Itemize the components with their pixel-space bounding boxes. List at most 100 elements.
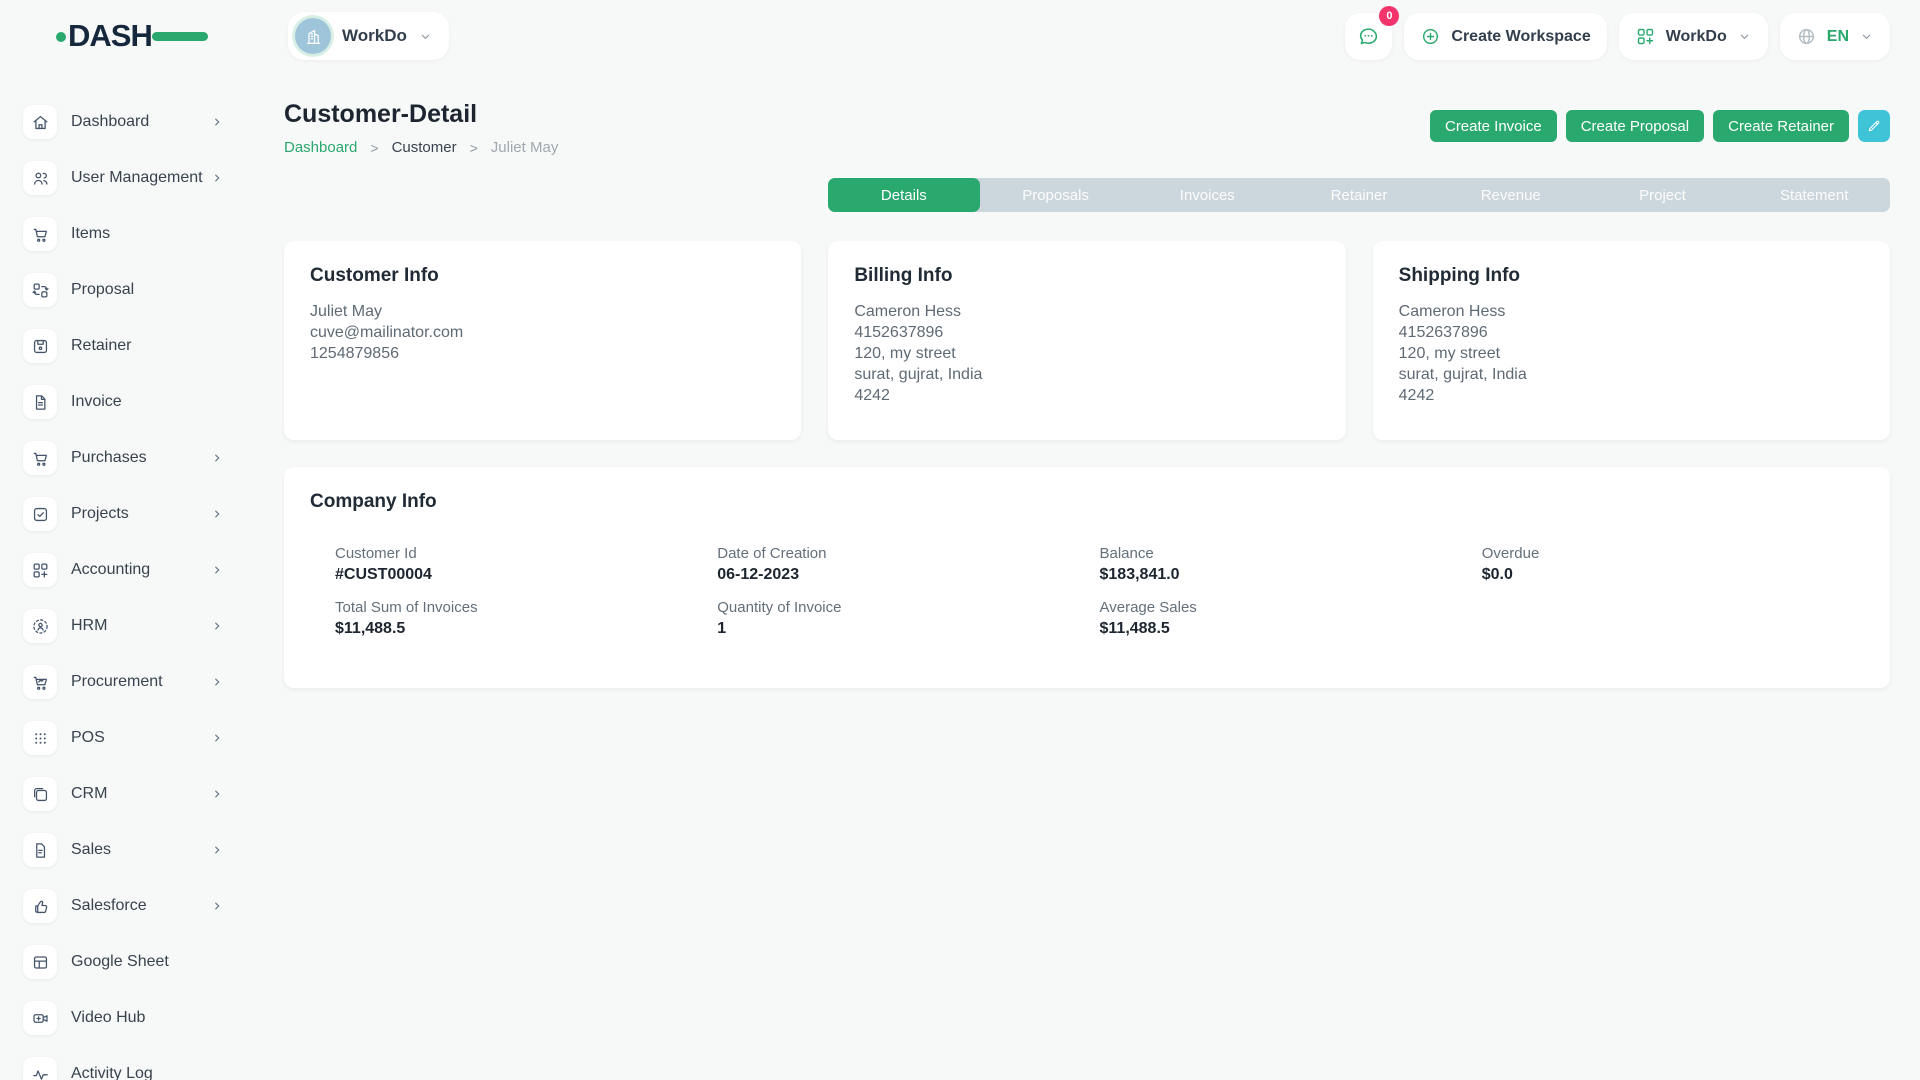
sidebar-item-label: Sales (71, 841, 111, 859)
company-field-total-sum-of-invoices: Total Sum of Invoices$11,488.5 (335, 599, 717, 638)
card-title: Company Info (310, 491, 1864, 513)
create-retainer-button[interactable]: Create Retainer (1713, 110, 1849, 142)
save-icon (23, 329, 57, 363)
sidebar-item-label: Salesforce (71, 897, 147, 915)
sidebar-item-items[interactable]: Items (0, 206, 250, 262)
table-icon (23, 945, 57, 979)
shipping-info-card: Shipping InfoCameron Hess4152637896120, … (1373, 241, 1890, 440)
chevron-right-icon (210, 115, 224, 129)
tab-project[interactable]: Project (1587, 178, 1739, 212)
tab-revenue[interactable]: Revenue (1435, 178, 1587, 212)
sidebar-item-label: Dashboard (71, 113, 149, 131)
tab-retainer[interactable]: Retainer (1283, 178, 1435, 212)
logo-dot (56, 32, 66, 42)
copy-icon (23, 777, 57, 811)
sidebar-item-invoice[interactable]: Invoice (0, 374, 250, 430)
card-title: Customer Info (310, 265, 775, 287)
edit-customer-button[interactable] (1858, 110, 1890, 142)
card-lines: Juliet Maycuve@mailinator.com1254879856 (310, 301, 775, 364)
sidebar-item-salesforce[interactable]: Salesforce (0, 878, 250, 934)
company-field-quantity-of-invoice: Quantity of Invoice1 (717, 599, 1099, 638)
sidebar-item-google-sheet[interactable]: Google Sheet (0, 934, 250, 990)
sidebar-item-label: Google Sheet (71, 953, 169, 971)
customer-info-card: Customer Info Juliet Maycuve@mailinator.c… (284, 241, 801, 440)
chevron-right-icon (210, 899, 224, 913)
sidebar-item-proposal[interactable]: Proposal (0, 262, 250, 318)
card-lines: Cameron Hess4152637896120, my streetsura… (1399, 301, 1864, 406)
cart-icon (23, 441, 57, 475)
sidebar-item-label: Video Hub (71, 1009, 145, 1027)
create-workspace-button[interactable]: Create Workspace (1404, 13, 1606, 60)
workspace-switcher[interactable]: WorkDo (288, 12, 449, 60)
chevron-right-icon (210, 619, 224, 633)
create-invoice-button[interactable]: Create Invoice (1430, 110, 1557, 142)
sidebar-item-label: Procurement (71, 673, 163, 691)
sidebar-item-projects[interactable]: Projects (0, 486, 250, 542)
app-logo[interactable]: DASH (68, 14, 218, 58)
globe-icon (1796, 26, 1817, 47)
sidebar-item-label: Projects (71, 505, 129, 523)
card-line: Cameron Hess (854, 301, 1319, 322)
field-label: Customer Id (335, 545, 717, 562)
person-scan-icon (23, 609, 57, 643)
breadcrumb-item-dashboard[interactable]: Dashboard (284, 139, 357, 156)
sidebar-item-hrm[interactable]: HRM (0, 598, 250, 654)
card-line: Cameron Hess (1399, 301, 1864, 322)
workspace-name: WorkDo (342, 26, 407, 46)
language-selector[interactable]: EN (1780, 13, 1890, 60)
sidebar-item-pos[interactable]: POS (0, 710, 250, 766)
app-switcher[interactable]: WorkDo (1619, 13, 1768, 60)
create-proposal-button[interactable]: Create Proposal (1566, 110, 1704, 142)
field-value: #CUST00004 (335, 566, 717, 584)
chevron-right-icon (210, 675, 224, 689)
sidebar-item-label: Invoice (71, 393, 122, 411)
messages-button[interactable]: 0 (1345, 13, 1392, 60)
company-field-customer-id: Customer Id #CUST00004 (335, 545, 717, 584)
card-line: 120, my street (1399, 343, 1864, 364)
sidebar-item-purchases[interactable]: Purchases (0, 430, 250, 486)
field-label: Balance (1100, 545, 1482, 562)
card-lines: Cameron Hess4152637896120, my streetsura… (854, 301, 1319, 406)
sidebar-item-retainer[interactable]: Retainer (0, 318, 250, 374)
page-title: Customer-Detail (284, 100, 558, 129)
file-lines-icon (23, 833, 57, 867)
card-line: surat, gujrat, India (854, 364, 1319, 385)
field-label: Overdue (1482, 545, 1864, 562)
message-icon (1357, 25, 1380, 48)
cart-icon (23, 217, 57, 251)
sidebar-item-label: Purchases (71, 449, 147, 467)
sidebar-item-sales[interactable]: Sales (0, 822, 250, 878)
sidebar-item-dashboard[interactable]: Dashboard (0, 94, 250, 150)
info-cards-row: Customer Info Juliet Maycuve@mailinator.c… (284, 241, 1890, 440)
sidebar-item-user-management[interactable]: User Management (0, 150, 250, 206)
activity-icon (23, 1057, 57, 1080)
file-icon (23, 385, 57, 419)
tab-details[interactable]: Details (828, 178, 980, 212)
topbar: DASH WorkDo 0 Create Workspace WorkDo EN (0, 0, 1920, 73)
sidebar-item-label: Proposal (71, 281, 134, 299)
sidebar-item-label: HRM (71, 617, 107, 635)
sidebar-item-crm[interactable]: CRM (0, 766, 250, 822)
sidebar-item-label: Items (71, 225, 110, 243)
card-line: 1254879856 (310, 343, 775, 364)
field-label: Date of Creation (717, 545, 1099, 562)
sidebar-item-activity-log[interactable]: Activity Log (0, 1046, 250, 1080)
sidebar-item-procurement[interactable]: Procurement (0, 654, 250, 710)
grid-plus-icon (1635, 26, 1656, 47)
tab-statement[interactable]: Statement (1738, 178, 1890, 212)
breadcrumb-item-customer[interactable]: Customer (392, 139, 457, 156)
field-value: $0.0 (1482, 566, 1864, 584)
card-line: 4152637896 (1399, 322, 1864, 343)
tab-invoices[interactable]: Invoices (1131, 178, 1283, 212)
tabs-row: DetailsProposalsInvoicesRetainerRevenueP… (284, 178, 1890, 212)
proposal-grid-icon (23, 273, 57, 307)
chevron-down-icon (1737, 29, 1752, 44)
company-info-card: Company Info Customer Id #CUST00004Date o… (284, 467, 1890, 688)
company-field-balance: Balance$183,841.0 (1100, 545, 1482, 584)
card-line: 4242 (854, 385, 1319, 406)
sidebar-item-accounting[interactable]: Accounting (0, 542, 250, 598)
app-switcher-label: WorkDo (1666, 28, 1727, 46)
sidebar-item-video-hub[interactable]: Video Hub (0, 990, 250, 1046)
company-field-date-of-creation: Date of Creation06-12-2023 (717, 545, 1099, 584)
tab-proposals[interactable]: Proposals (980, 178, 1132, 212)
